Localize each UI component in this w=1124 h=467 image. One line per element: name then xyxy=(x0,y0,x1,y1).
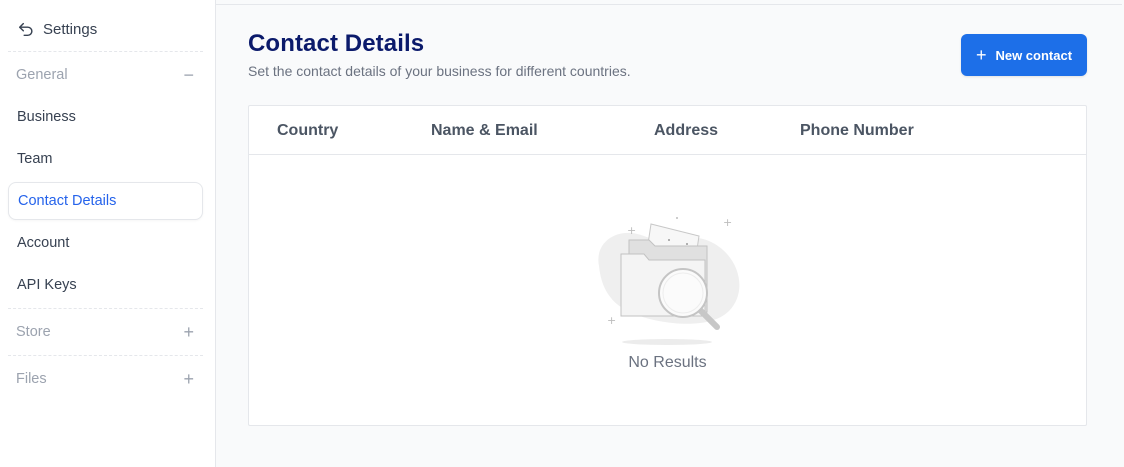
new-contact-label: New contact xyxy=(995,47,1073,63)
section-store[interactable]: Store + xyxy=(8,311,203,353)
section-files-label: Files xyxy=(16,371,47,387)
svg-text:+: + xyxy=(723,216,732,229)
minus-icon[interactable]: − xyxy=(183,66,194,84)
back-to-settings[interactable]: Settings xyxy=(8,6,203,52)
main-content: Contact Details Set the contact details … xyxy=(216,0,1124,467)
sidebar-item-contact-details[interactable]: Contact Details xyxy=(8,182,203,220)
column-header-name-email[interactable]: Name & Email xyxy=(431,106,538,155)
svg-text:+: + xyxy=(627,224,636,237)
sidebar-item-label: Team xyxy=(17,151,53,167)
undo-arrow-icon xyxy=(18,22,33,37)
sidebar-item-business[interactable]: Business xyxy=(8,98,203,136)
page-subtitle: Set the contact details of your business… xyxy=(248,63,631,79)
sidebar-item-label: Account xyxy=(17,235,70,251)
section-files[interactable]: Files + xyxy=(8,358,203,400)
plus-icon: + xyxy=(975,45,987,65)
contacts-table: Country Name & Email Address Phone Numbe… xyxy=(248,105,1087,426)
svg-text:+: + xyxy=(607,314,616,327)
sidebar-divider xyxy=(8,355,203,356)
settings-sidebar: Settings General − Business Team Contact… xyxy=(0,0,216,467)
new-contact-button[interactable]: + New contact xyxy=(961,34,1087,76)
sidebar-item-label: Contact Details xyxy=(18,193,117,209)
page-title: Contact Details xyxy=(248,30,425,57)
section-store-label: Store xyxy=(16,324,51,340)
sidebar-item-team[interactable]: Team xyxy=(8,140,203,178)
plus-icon[interactable]: + xyxy=(183,323,194,341)
column-header-phone-number[interactable]: Phone Number xyxy=(800,106,914,155)
sidebar-item-account[interactable]: Account xyxy=(8,224,203,262)
sidebar-divider xyxy=(8,51,203,52)
section-general-label: General xyxy=(16,67,68,83)
sidebar-divider xyxy=(8,308,203,309)
plus-icon[interactable]: + xyxy=(183,370,194,388)
sidebar-item-label: Business xyxy=(17,109,76,125)
top-divider xyxy=(216,4,1122,5)
column-header-country[interactable]: Country xyxy=(277,106,338,155)
table-header: Country Name & Email Address Phone Numbe… xyxy=(249,106,1086,155)
sidebar-item-api-keys[interactable]: API Keys xyxy=(8,266,203,304)
empty-state-text: No Results xyxy=(628,354,707,371)
sidebar-item-label: API Keys xyxy=(17,277,77,293)
folder-magnifier-illustration: + + + xyxy=(598,216,740,345)
empty-state: + + + No Results xyxy=(249,156,1086,426)
back-label: Settings xyxy=(43,20,98,38)
section-general[interactable]: General − xyxy=(8,54,203,96)
column-header-address[interactable]: Address xyxy=(654,106,718,155)
app: Settings General − Business Team Contact… xyxy=(0,0,1124,467)
